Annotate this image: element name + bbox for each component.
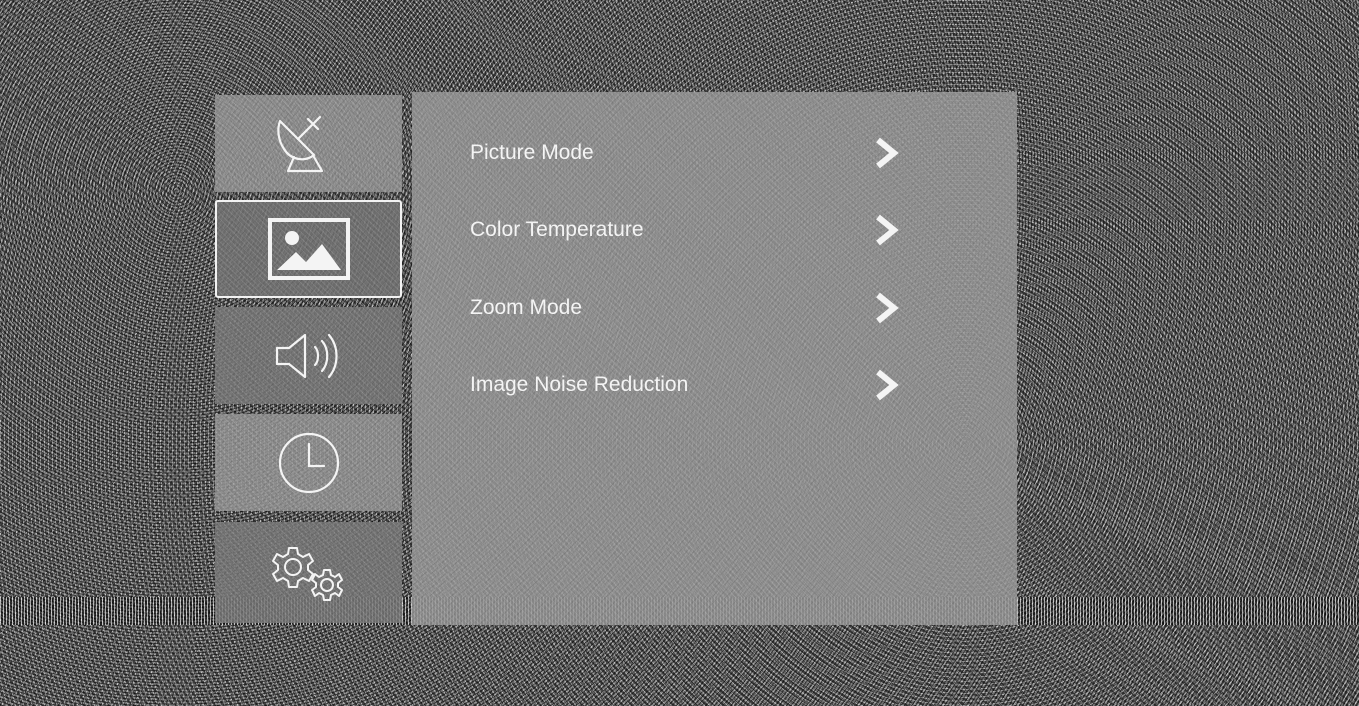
menu-item-label: Image Noise Reduction — [470, 373, 689, 396]
menu-item-picture-mode[interactable]: Picture Mode — [412, 123, 1017, 183]
menu-item-zoom-mode[interactable]: Zoom Mode — [412, 278, 1017, 338]
sidebar-item-settings[interactable] — [215, 522, 402, 623]
satellite-dish-icon — [274, 113, 344, 175]
sidebar-item-picture[interactable] — [215, 200, 402, 298]
chevron-right-icon — [876, 292, 899, 324]
menu-item-label: Zoom Mode — [470, 296, 583, 319]
sidebar-item-channel[interactable] — [215, 95, 402, 192]
category-sidebar — [215, 95, 402, 623]
chevron-right-icon — [876, 214, 899, 246]
menu-item-label: Color Temperature — [470, 218, 644, 241]
picture-menu-panel: Picture Mode Color Temperature Zoom Mode… — [412, 92, 1017, 625]
clock-icon — [276, 430, 342, 496]
chevron-right-icon — [876, 137, 899, 169]
chevron-right-icon — [876, 369, 899, 401]
speaker-icon — [273, 331, 345, 381]
sidebar-item-time[interactable] — [215, 414, 402, 511]
gears-icon — [263, 541, 355, 605]
sidebar-item-sound[interactable] — [215, 307, 402, 404]
picture-icon — [267, 218, 350, 280]
menu-item-label: Picture Mode — [470, 141, 594, 164]
menu-item-image-noise-reduction[interactable]: Image Noise Reduction — [412, 355, 1017, 415]
menu-item-color-temperature[interactable]: Color Temperature — [412, 200, 1017, 260]
